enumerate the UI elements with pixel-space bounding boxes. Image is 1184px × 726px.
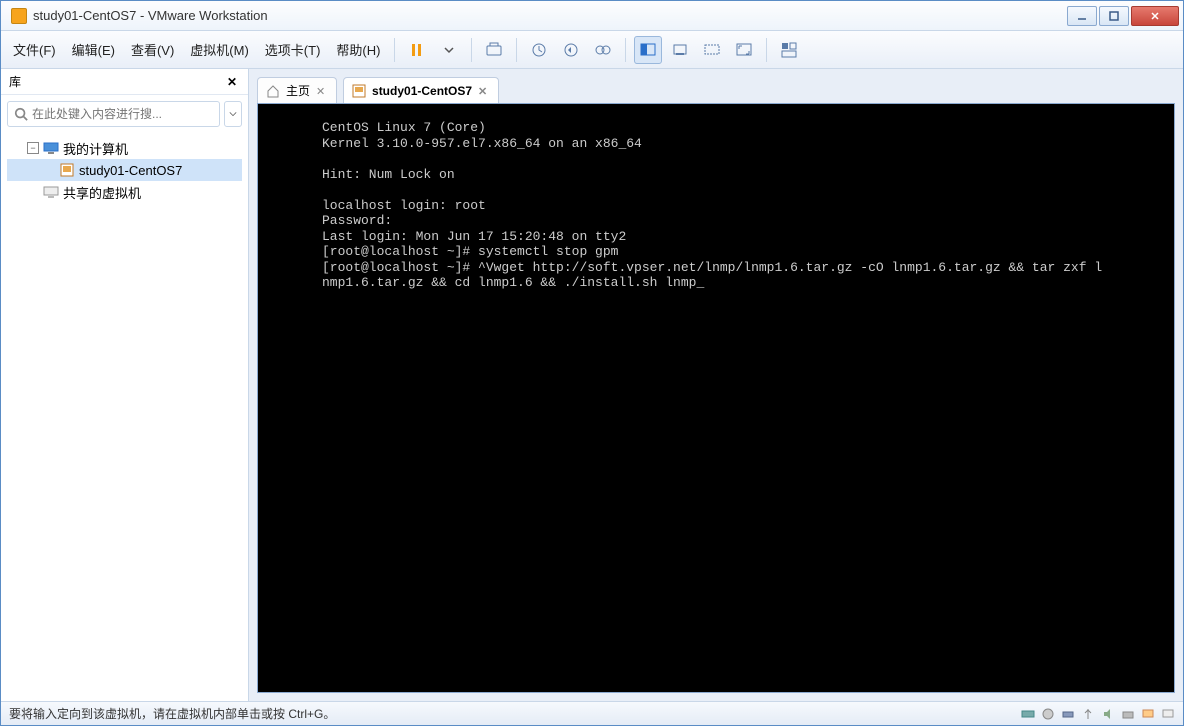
- tab-close-icon[interactable]: ✕: [478, 85, 490, 97]
- tree-label: 我的计算机: [63, 139, 128, 158]
- pause-button[interactable]: [403, 36, 431, 64]
- minimize-button[interactable]: [1067, 6, 1097, 26]
- vm-icon: [59, 162, 75, 178]
- tab-vm-study01[interactable]: study01-CentOS7 ✕: [343, 77, 499, 103]
- maximize-button[interactable]: [1099, 6, 1129, 26]
- device-msg-icon[interactable]: [1161, 707, 1175, 721]
- tree-shared-vms[interactable]: 共享的虚拟机: [7, 181, 242, 203]
- unity-icon[interactable]: [775, 36, 803, 64]
- home-icon: [266, 84, 280, 98]
- search-dropdown-icon[interactable]: [224, 101, 242, 127]
- toolbar-separator: [394, 38, 395, 62]
- computer-icon: [43, 140, 59, 156]
- device-net-icon[interactable]: [1061, 707, 1075, 721]
- main-area: 库 ✕ − 我的计算机 study01-CentOS7 共享的虚: [1, 69, 1183, 701]
- send-ctrl-alt-del-icon[interactable]: [480, 36, 508, 64]
- tree-vm-study01[interactable]: study01-CentOS7: [7, 159, 242, 181]
- view-console-icon[interactable]: [634, 36, 662, 64]
- view-fit-icon[interactable]: [666, 36, 694, 64]
- fullscreen-icon[interactable]: [730, 36, 758, 64]
- toolbar-separator: [471, 38, 472, 62]
- device-usb-icon[interactable]: [1081, 707, 1095, 721]
- title-bar: study01-CentOS7 - VMware Workstation: [1, 1, 1183, 31]
- close-button[interactable]: [1131, 6, 1179, 26]
- content-area: 主页 ✕ study01-CentOS7 ✕ CentOS Linux 7 (C…: [249, 69, 1183, 701]
- snapshot-take-icon[interactable]: [525, 36, 553, 64]
- device-sound-icon[interactable]: [1101, 707, 1115, 721]
- menu-edit[interactable]: 编辑(E): [64, 36, 123, 63]
- library-tree: − 我的计算机 study01-CentOS7 共享的虚拟机: [1, 133, 248, 207]
- menu-file[interactable]: 文件(F): [5, 36, 64, 63]
- status-bar: 要将输入定向到该虚拟机，请在虚拟机内部单击或按 Ctrl+G。: [1, 701, 1183, 725]
- device-printer-icon[interactable]: [1121, 707, 1135, 721]
- menu-view[interactable]: 查看(V): [123, 36, 182, 63]
- tab-home[interactable]: 主页 ✕: [257, 77, 337, 103]
- toolbar-separator: [516, 38, 517, 62]
- app-icon: [11, 8, 27, 24]
- collapse-icon[interactable]: −: [27, 142, 39, 154]
- tab-label: 主页: [286, 82, 310, 99]
- status-device-icons: [1021, 707, 1175, 721]
- search-input[interactable]: [32, 107, 213, 121]
- toolbar-separator: [625, 38, 626, 62]
- vm-icon: [352, 84, 366, 98]
- tree-my-computer[interactable]: − 我的计算机: [7, 137, 242, 159]
- tab-close-icon[interactable]: ✕: [316, 85, 328, 97]
- snapshot-revert-icon[interactable]: [557, 36, 585, 64]
- sidebar-close-icon[interactable]: ✕: [224, 74, 240, 90]
- menu-help[interactable]: 帮助(H): [328, 36, 388, 63]
- search-icon: [14, 107, 28, 121]
- menu-vm[interactable]: 虚拟机(M): [182, 36, 257, 63]
- search-box[interactable]: [7, 101, 220, 127]
- device-cd-icon[interactable]: [1041, 707, 1055, 721]
- toolbar-separator: [766, 38, 767, 62]
- view-stretch-icon[interactable]: [698, 36, 726, 64]
- power-dropdown-icon[interactable]: [435, 36, 463, 64]
- tab-label: study01-CentOS7: [372, 84, 472, 98]
- device-display-icon[interactable]: [1141, 707, 1155, 721]
- snapshot-manager-icon[interactable]: [589, 36, 617, 64]
- sidebar-title: 库: [9, 73, 224, 90]
- shared-icon: [43, 184, 59, 200]
- menu-tabs[interactable]: 选项卡(T): [257, 36, 329, 63]
- device-hdd-icon[interactable]: [1021, 707, 1035, 721]
- vm-console[interactable]: CentOS Linux 7 (Core) Kernel 3.10.0-957.…: [257, 103, 1175, 693]
- window-title: study01-CentOS7 - VMware Workstation: [33, 8, 1065, 23]
- sidebar: 库 ✕ − 我的计算机 study01-CentOS7 共享的虚: [1, 69, 249, 701]
- tree-label: study01-CentOS7: [79, 163, 182, 178]
- terminal-output: CentOS Linux 7 (Core) Kernel 3.10.0-957.…: [258, 104, 1174, 291]
- tab-bar: 主页 ✕ study01-CentOS7 ✕: [249, 69, 1183, 103]
- sidebar-header: 库 ✕: [1, 69, 248, 95]
- menu-bar: 文件(F) 编辑(E) 查看(V) 虚拟机(M) 选项卡(T) 帮助(H): [1, 31, 1183, 69]
- tree-label: 共享的虚拟机: [63, 183, 141, 202]
- status-hint: 要将输入定向到该虚拟机，请在虚拟机内部单击或按 Ctrl+G。: [9, 705, 335, 722]
